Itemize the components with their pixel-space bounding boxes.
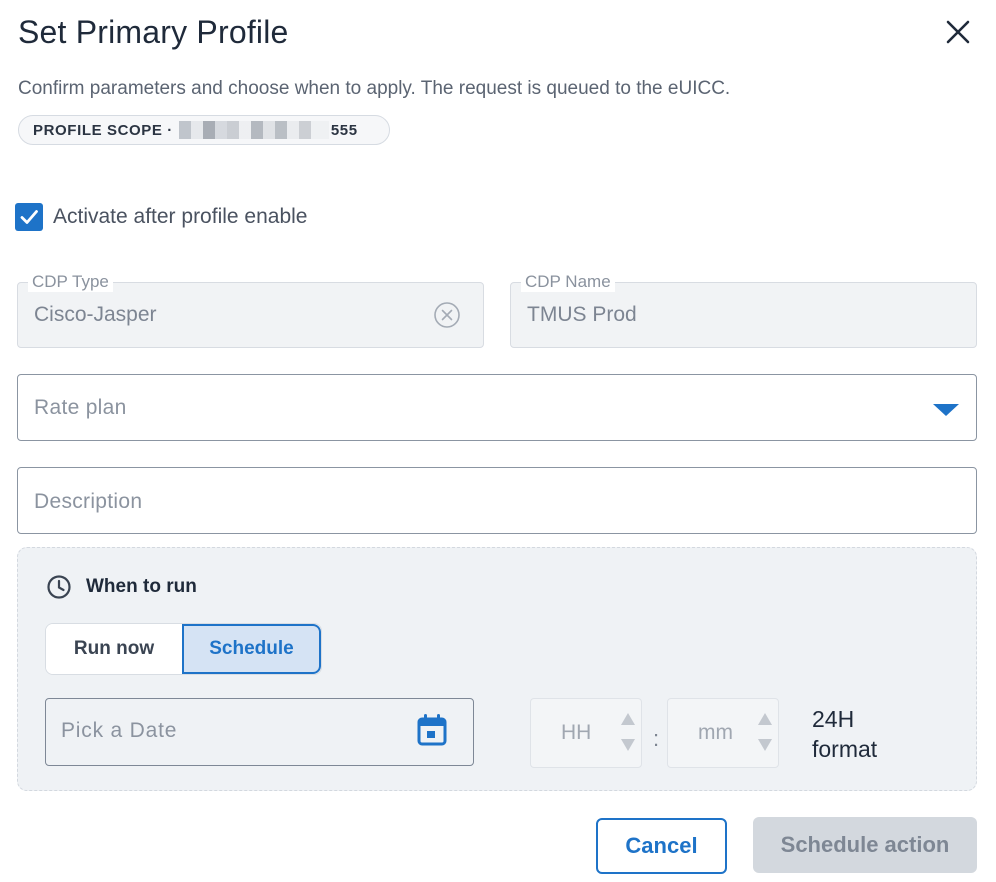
schedule-action-button[interactable]: Schedule action [753,817,977,873]
close-button[interactable] [942,16,974,48]
activate-checkbox-label: Activate after profile enable [53,205,308,228]
cdp-name-field[interactable]: CDP Name TMUS Prod [510,272,977,348]
check-icon [20,210,38,224]
cdp-name-label: CDP Name [521,272,615,292]
when-to-run-header: When to run [46,574,197,600]
cdp-type-label: CDP Type [28,272,113,292]
activate-after-enable-row: Activate after profile enable [15,203,307,231]
minute-input[interactable]: mm [667,698,779,768]
hour-input[interactable]: HH [530,698,642,768]
scope-suffix: 555 [330,121,358,139]
scope-masked-value [178,121,329,139]
activate-checkbox[interactable] [15,203,43,231]
clear-circle-icon[interactable] [433,301,461,329]
cdp-type-field[interactable]: CDP Type Cisco-Jasper [17,272,484,348]
description-input[interactable]: Description [17,467,977,534]
time-separator: : [653,726,660,751]
caret-down-icon[interactable] [932,403,960,417]
format-line-2: format [812,736,878,762]
minute-stepper-icon[interactable] [756,707,774,757]
close-icon [946,20,970,44]
clock-icon [47,575,71,599]
cdp-type-value: Cisco-Jasper [34,303,157,326]
calendar-icon[interactable] [416,712,448,748]
rate-plan-select[interactable]: Rate plan [17,374,977,441]
when-to-run-label: When to run [86,576,197,597]
dialog-subtitle: Confirm parameters and choose when to ap… [18,78,731,99]
minute-placeholder: mm [698,721,733,744]
cancel-button[interactable]: Cancel [596,818,727,874]
cdp-name-value: TMUS Prod [527,303,637,326]
rate-plan-placeholder: Rate plan [34,396,127,419]
hour-stepper-icon[interactable] [619,707,637,757]
format-line-1: 24H [812,706,855,732]
description-placeholder: Description [34,490,143,513]
hour-placeholder: HH [561,721,592,744]
profile-scope-chip: PROFILE SCOPE · 555 [18,115,390,145]
time-format-note: 24H format [812,704,877,764]
when-to-run-panel: When to run Run now Schedule Pick a Date… [17,547,977,791]
scope-prefix: PROFILE SCOPE · [33,121,173,139]
date-placeholder: Pick a Date [61,719,178,742]
run-mode-toggle: Run now Schedule [45,623,322,675]
run-now-option[interactable]: Run now [46,624,182,674]
dialog-title: Set Primary Profile [18,14,289,50]
date-picker-input[interactable]: Pick a Date [45,698,474,766]
schedule-option[interactable]: Schedule [182,624,321,674]
